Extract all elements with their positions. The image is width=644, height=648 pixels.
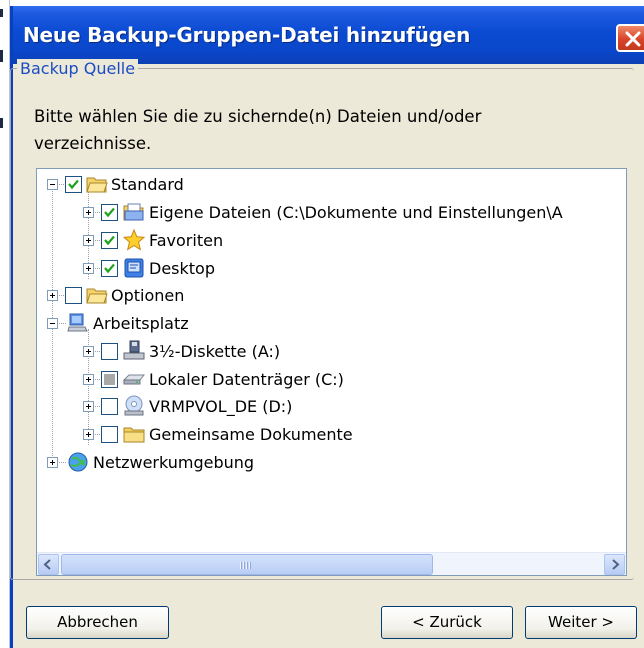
computer-icon	[67, 313, 88, 332]
tree-item-label: Desktop	[149, 259, 215, 278]
scrollbar-thumb[interactable]	[61, 554, 433, 575]
back-button[interactable]: < Zurück	[381, 606, 513, 639]
tree-item-options[interactable]: Optionen	[37, 281, 626, 309]
close-button[interactable]	[616, 24, 644, 52]
tree-item-local-disk[interactable]: Lokaler Datenträger (C:)	[37, 365, 626, 393]
expand-toggle[interactable]	[47, 457, 58, 468]
favorites-star-icon	[123, 229, 145, 251]
cd-drive-icon	[124, 395, 144, 416]
file-tree[interactable]: Standard Eigene Dateien (C:\Dokumente un…	[36, 168, 627, 576]
tree-item-cd-drive[interactable]: VRMPVOL_DE (D:)	[37, 392, 626, 420]
tree-item-my-computer[interactable]: Arbeitsplatz	[37, 309, 626, 337]
scrollbar-grip-icon	[240, 562, 252, 569]
collapse-toggle[interactable]	[47, 318, 58, 329]
tree-item-label: VRMPVOL_DE (D:)	[149, 397, 293, 416]
title-bar[interactable]: Neue Backup-Gruppen-Datei hinzufügen	[13, 6, 644, 64]
local-disk-checkbox[interactable]	[101, 371, 118, 388]
favorites-checkbox[interactable]	[101, 232, 118, 249]
desktop-icon	[124, 258, 144, 278]
shared-documents-checkbox[interactable]	[101, 426, 118, 443]
horizontal-scrollbar[interactable]	[37, 552, 626, 575]
tree-item-desktop[interactable]: Desktop	[37, 254, 626, 282]
tree-item-label: Arbeitsplatz	[93, 314, 189, 333]
tree-item-favorites[interactable]: Favoriten	[37, 226, 626, 254]
scroll-left-button[interactable]	[38, 554, 59, 575]
tree-item-shared-documents[interactable]: Gemeinsame Dokumente	[37, 420, 626, 448]
floppy-drive-icon	[123, 340, 145, 360]
folder-icon	[123, 427, 145, 443]
expand-toggle[interactable]	[83, 346, 94, 357]
cancel-button[interactable]: Abbrechen	[26, 606, 169, 639]
collapse-toggle[interactable]	[47, 179, 58, 190]
background-window-edge	[0, 0, 10, 648]
tree-item-label: Optionen	[111, 286, 185, 305]
checkmark-icon	[104, 235, 115, 246]
scroll-right-icon	[612, 559, 620, 570]
network-icon	[68, 452, 88, 472]
group-legend: Backup Quelle	[17, 59, 139, 78]
expand-toggle[interactable]	[83, 401, 94, 412]
options-checkbox[interactable]	[65, 287, 82, 304]
window-title: Neue Backup-Gruppen-Datei hinzufügen	[23, 23, 471, 47]
expand-toggle[interactable]	[83, 207, 94, 218]
hard-drive-icon	[123, 374, 145, 385]
tree-item-label: Favoriten	[149, 231, 224, 250]
checkmark-icon	[104, 207, 115, 218]
checkmark-icon	[104, 263, 115, 274]
expand-toggle[interactable]	[83, 235, 94, 246]
instruction-text: Bitte wählen Sie die zu sichernde(n) Dat…	[34, 107, 482, 153]
tree-item-label: Eigene Dateien (C:\Dokumente und Einstel…	[149, 203, 563, 222]
expand-toggle[interactable]	[83, 374, 94, 385]
folder-open-icon	[86, 288, 108, 304]
tree-item-network[interactable]: Netzwerkumgebung	[37, 448, 626, 476]
tree-item-label: 3½-Diskette (A:)	[149, 342, 281, 361]
floppy-checkbox[interactable]	[101, 343, 118, 360]
expand-toggle[interactable]	[83, 263, 94, 274]
expand-toggle[interactable]	[47, 290, 58, 301]
checkmark-icon	[68, 179, 79, 190]
scroll-right-button[interactable]	[604, 554, 625, 575]
tree-item-label: Gemeinsame Dokumente	[149, 425, 353, 444]
tree-item-label: Standard	[111, 175, 184, 194]
scroll-left-icon	[43, 559, 51, 570]
tree-item-standard[interactable]: Standard	[37, 170, 626, 198]
tree-item-label: Lokaler Datenträger (C:)	[149, 370, 344, 389]
tree-item-label: Netzwerkumgebung	[93, 453, 255, 472]
next-button[interactable]: Weiter >	[525, 606, 637, 639]
tree-item-floppy[interactable]: 3½-Diskette (A:)	[37, 337, 626, 365]
my-documents-checkbox[interactable]	[101, 204, 118, 221]
folder-open-icon	[86, 177, 108, 193]
close-icon	[625, 31, 641, 47]
standard-checkbox[interactable]	[65, 176, 82, 193]
expand-toggle[interactable]	[83, 429, 94, 440]
cd-drive-checkbox[interactable]	[101, 398, 118, 415]
desktop-checkbox[interactable]	[101, 260, 118, 277]
my-documents-icon	[123, 203, 144, 221]
tree-item-my-documents[interactable]: Eigene Dateien (C:\Dokumente und Einstel…	[37, 198, 626, 226]
